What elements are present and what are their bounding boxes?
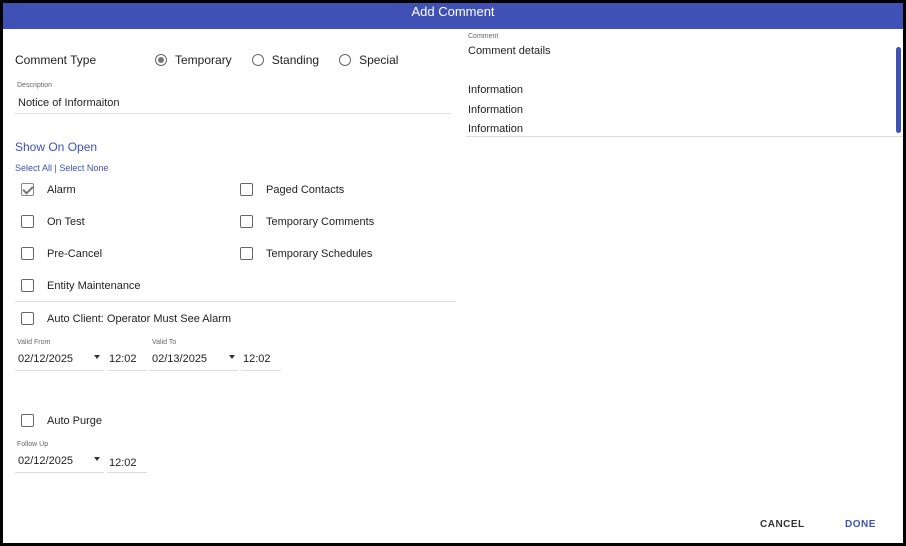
comment-line: [468, 62, 551, 82]
checkbox-temporary-schedules-box[interactable]: [240, 247, 253, 260]
select-links: Select All | Select None: [15, 163, 108, 173]
valid-to-caption: Valid To: [152, 339, 177, 346]
add-comment-dialog: Add Comment Comment Type Temporary Stand…: [2, 2, 904, 544]
valid-to-time-input[interactable]: 12:02: [241, 350, 281, 371]
comment-line: Information: [468, 84, 524, 96]
comment-line: Information: [468, 103, 524, 116]
description-caption: Description: [17, 82, 53, 89]
select-separator: |: [54, 163, 57, 173]
valid-from-date-input[interactable]: 02/12/2025: [15, 350, 104, 371]
radio-standing-label: Standing: [271, 53, 320, 67]
radio-standing-indicator[interactable]: [251, 54, 264, 66]
checkbox-temporary-schedules[interactable]: Temporary Schedules: [240, 247, 372, 260]
checkbox-auto-client-box[interactable]: [21, 312, 34, 325]
follow-up-dropdown-icon[interactable]: [94, 457, 100, 461]
valid-from-date-value: 02/12/2025: [18, 353, 74, 365]
checkbox-alarm-label: Alarm: [47, 183, 76, 196]
comment-type-label: Comment Type: [15, 53, 97, 67]
follow-up-caption: Follow Up: [17, 441, 49, 448]
description-input[interactable]: Notice of Informaiton: [15, 95, 451, 114]
checkbox-auto-purge-box[interactable]: [21, 414, 34, 427]
checkbox-paged-contacts-box[interactable]: [240, 183, 253, 196]
select-none-link[interactable]: Select None: [59, 163, 108, 173]
done-button[interactable]: DONE: [845, 519, 876, 530]
checkbox-auto-purge[interactable]: Auto Purge: [21, 414, 102, 427]
comment-line: Information: [468, 123, 524, 135]
radio-special-indicator[interactable]: [339, 54, 352, 66]
comment-textarea[interactable]: Comment Comment details Information Info…: [466, 33, 903, 137]
checkbox-paged-contacts[interactable]: Paged Contacts: [240, 183, 344, 196]
dialog-title: Add Comment: [3, 3, 903, 29]
show-on-open-title: Show On Open: [15, 140, 98, 154]
valid-from-time-input[interactable]: 12:02: [107, 350, 147, 371]
checkbox-on-test[interactable]: On Test: [21, 215, 85, 228]
section-divider: [15, 301, 456, 302]
valid-from-caption: Valid From: [17, 339, 51, 346]
valid-from-time-value: 12:02: [109, 353, 137, 365]
valid-to-time-value: 12:02: [243, 353, 271, 365]
follow-up-time-input[interactable]: 12:02: [107, 452, 147, 473]
radio-temporary-indicator[interactable]: [155, 54, 167, 66]
checkbox-temporary-comments[interactable]: Temporary Comments: [240, 215, 374, 228]
checkbox-paged-contacts-label: Paged Contacts: [266, 183, 345, 196]
valid-from-dropdown-icon[interactable]: [94, 355, 100, 359]
checkbox-alarm-box[interactable]: [21, 183, 34, 196]
checkbox-entity-maintenance[interactable]: Entity Maintenance: [21, 279, 141, 292]
comment-line: Comment details: [468, 45, 551, 57]
follow-up-date-value: 02/12/2025: [18, 455, 74, 467]
valid-to-dropdown-icon[interactable]: [229, 355, 235, 359]
select-all-link[interactable]: Select All: [15, 163, 52, 173]
valid-to-date-input[interactable]: 02/13/2025: [149, 350, 238, 371]
comment-text: Comment details Information Information …: [468, 42, 551, 140]
checkbox-pre-cancel-label: Pre-Cancel: [47, 247, 103, 260]
radio-temporary[interactable]: Temporary: [155, 53, 232, 67]
description-value: Notice of Informaiton: [18, 97, 120, 109]
radio-special-label: Special: [359, 53, 399, 67]
radio-special[interactable]: Special: [339, 53, 398, 67]
checkbox-pre-cancel[interactable]: Pre-Cancel: [21, 247, 102, 260]
checkbox-auto-client-label: Auto Client: Operator Must See Alarm: [47, 312, 232, 325]
cancel-button[interactable]: CANCEL: [760, 519, 805, 530]
checkbox-temporary-schedules-label: Temporary Schedules: [266, 247, 373, 260]
checkbox-auto-client[interactable]: Auto Client: Operator Must See Alarm: [21, 312, 231, 325]
checkbox-pre-cancel-box[interactable]: [21, 247, 34, 260]
checkbox-on-test-box[interactable]: [21, 215, 34, 228]
checkbox-temporary-comments-box[interactable]: [240, 215, 253, 228]
checkbox-auto-purge-label: Auto Purge: [47, 414, 103, 427]
checkbox-entity-maintenance-box[interactable]: [21, 279, 34, 292]
valid-to-date-value: 02/13/2025: [152, 353, 208, 365]
radio-temporary-label: Temporary: [175, 53, 232, 67]
checkbox-alarm[interactable]: Alarm: [21, 183, 76, 196]
follow-up-date-input[interactable]: 02/12/2025: [15, 452, 104, 473]
checkbox-on-test-label: On Test: [47, 215, 85, 228]
radio-standing[interactable]: Standing: [251, 53, 320, 67]
follow-up-time-value: 12:02: [109, 457, 137, 469]
checkbox-entity-maintenance-label: Entity Maintenance: [47, 279, 141, 292]
comment-type-radio-group: Temporary Standing Special: [155, 53, 418, 67]
comment-caption: Comment: [468, 33, 499, 40]
checkbox-temporary-comments-label: Temporary Comments: [266, 215, 375, 228]
comment-scrollbar[interactable]: [896, 47, 901, 133]
